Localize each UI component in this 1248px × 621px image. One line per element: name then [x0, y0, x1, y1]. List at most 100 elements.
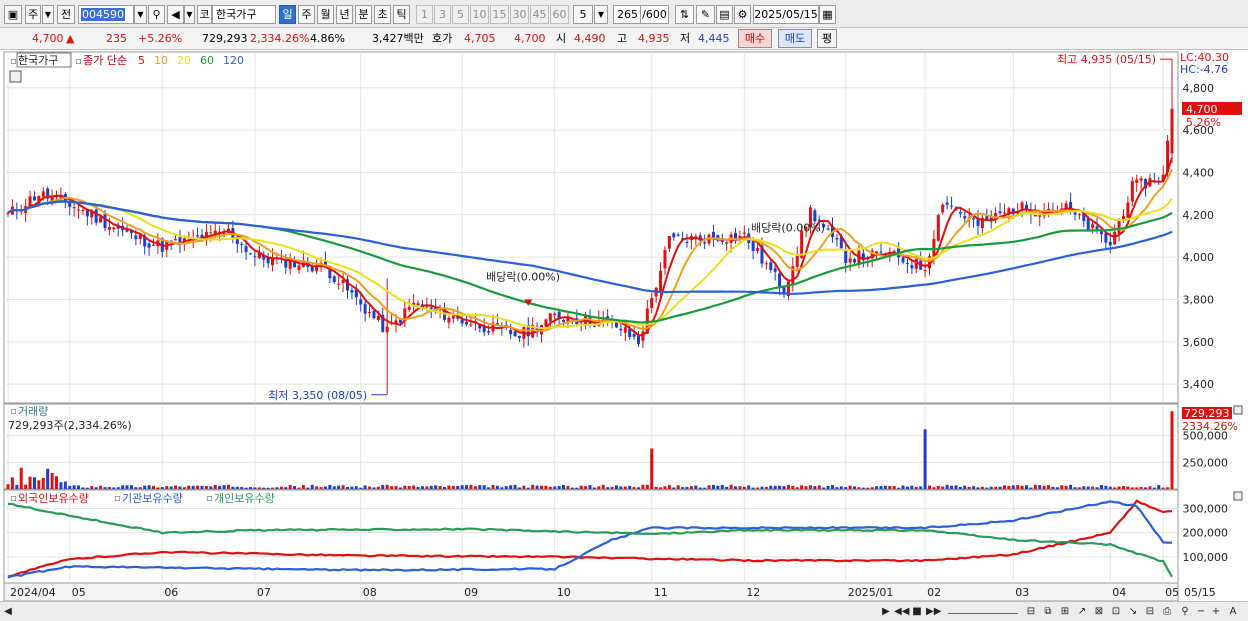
- candle-body: [914, 259, 918, 269]
- candle-body: [905, 262, 909, 264]
- volume-bar: [663, 486, 667, 489]
- dividend-annotation-2: 배당락(0.00%): [751, 222, 825, 235]
- speaker-dropdown-icon[interactable]: ▼: [184, 5, 195, 24]
- period-tab-0[interactable]: 일: [279, 5, 296, 24]
- stop-icon[interactable]: ■: [911, 604, 923, 619]
- gear-icon[interactable]: ⚙: [734, 5, 751, 24]
- volume-bar: [41, 477, 45, 489]
- fib-tool-icon[interactable]: ⊠: [1092, 604, 1106, 619]
- candle-body: [562, 320, 566, 322]
- x-axis-band: [3, 582, 1179, 602]
- indicator-icon[interactable]: ⇅: [675, 5, 694, 24]
- line-tool-icon[interactable]: ↗: [1075, 604, 1089, 619]
- scroll-right-icon[interactable]: ▶: [880, 604, 892, 619]
- copy-icon[interactable]: ⧉: [1041, 604, 1055, 619]
- minute-tab-15[interactable]: 15: [490, 5, 509, 24]
- chart-window-icon[interactable]: ▣: [4, 5, 22, 24]
- volume-bar: [456, 486, 460, 489]
- fast-forward-icon[interactable]: ▶▶: [926, 604, 941, 619]
- volume-bar: [390, 486, 394, 489]
- zoom-slider[interactable]: [948, 604, 1018, 614]
- stock-code-input[interactable]: 004590: [78, 5, 134, 24]
- zoom-out-icon[interactable]: −: [1195, 604, 1207, 619]
- minute-tab-60[interactable]: 60: [550, 5, 569, 24]
- candle-body: [376, 315, 380, 320]
- eval-button[interactable]: 평: [817, 29, 837, 48]
- price-tick-label: 4,400: [1183, 166, 1215, 179]
- trend-tool-icon[interactable]: ↘: [1126, 604, 1140, 619]
- minute-tab-10[interactable]: 10: [470, 5, 489, 24]
- volume-bar: [592, 487, 596, 489]
- minute-tab-5[interactable]: 5: [452, 5, 469, 24]
- rewind-icon[interactable]: ◀◀: [894, 604, 909, 619]
- period-tab-4[interactable]: 분: [355, 5, 372, 24]
- ask-label: 호가: [432, 32, 453, 45]
- volume-bar: [37, 480, 41, 489]
- stock-chart-svg[interactable]: 4,8004,6004,4004,2004,0003,8003,6003,400…: [0, 50, 1248, 602]
- minute-tab-30[interactable]: 30: [510, 5, 529, 24]
- candle-body: [725, 242, 729, 244]
- minute-tab-3[interactable]: 3: [434, 5, 451, 24]
- layout-icon[interactable]: ⊟: [1024, 604, 1038, 619]
- legend-box-icon: ◽: [206, 494, 213, 504]
- ask-price: 4,705: [464, 32, 496, 45]
- candle-body: [240, 243, 244, 245]
- volume-bar: [958, 486, 962, 489]
- code-dropdown-icon[interactable]: ▼: [134, 5, 147, 24]
- volume-bar: [341, 485, 345, 489]
- volume-bar: [1069, 484, 1073, 489]
- candle-body: [941, 204, 945, 213]
- volume-bar: [32, 477, 36, 489]
- high-annotation: 최고 4,935 (05/15): [1057, 53, 1156, 66]
- speaker-icon[interactable]: ◀: [167, 5, 184, 24]
- type-button[interactable]: 주: [25, 5, 41, 24]
- zoom-in-icon[interactable]: +: [1210, 604, 1222, 619]
- auto-scale-icon[interactable]: A: [1226, 604, 1240, 619]
- volume-ratio: 2,334.26%: [250, 32, 310, 45]
- scroll-left-icon[interactable]: ◀: [2, 604, 14, 619]
- low-label: 저: [680, 32, 691, 45]
- volume-bar: [562, 484, 566, 489]
- zoom-icon[interactable]: ⚲: [1178, 604, 1192, 619]
- sell-button[interactable]: 매도: [778, 29, 812, 48]
- channel-tool-icon[interactable]: ⊡: [1109, 604, 1123, 619]
- candle-body: [1086, 218, 1090, 231]
- period-tab-2[interactable]: 월: [317, 5, 334, 24]
- volume-bar: [1038, 485, 1042, 489]
- candle-body: [751, 241, 755, 251]
- period-tab-6[interactable]: 틱: [393, 5, 410, 24]
- candle-body: [77, 209, 81, 211]
- box-tool-icon[interactable]: ⊟: [1143, 604, 1157, 619]
- candle-body: [650, 297, 654, 309]
- interval-dropdown-icon[interactable]: ▼: [594, 5, 608, 24]
- print-icon[interactable]: ⎙: [1160, 604, 1174, 619]
- buy-button[interactable]: 매수: [738, 29, 772, 48]
- type-dropdown-icon[interactable]: ▼: [42, 5, 54, 24]
- price-tick-label: 3,400: [1183, 378, 1215, 391]
- draw-tool-icon[interactable]: ✎: [696, 5, 715, 24]
- calendar-icon[interactable]: ▦: [819, 5, 836, 24]
- chart-area[interactable]: 4,800 4,600 4,400 4,200 4,000 3,800 3,600 3,400…: [0, 50, 1248, 602]
- volume-bar: [685, 486, 689, 489]
- holdings-tick-label: 100,000: [1183, 551, 1229, 564]
- period-tab-5[interactable]: 초: [374, 5, 391, 24]
- volume-bar: [1095, 487, 1099, 489]
- volume-bar: [504, 486, 508, 489]
- period-tab-1[interactable]: 주: [298, 5, 315, 24]
- period-tab-3[interactable]: 년: [336, 5, 353, 24]
- prev-button[interactable]: 전: [57, 5, 75, 24]
- save-icon[interactable]: ▤: [716, 5, 733, 24]
- volume-bar: [350, 486, 354, 489]
- volume-bar: [853, 486, 857, 489]
- minute-tab-1[interactable]: 1: [416, 5, 433, 24]
- compare-icon[interactable]: ⊞: [1058, 604, 1072, 619]
- volume-bar: [451, 485, 455, 489]
- search-icon[interactable]: ⚲: [148, 5, 165, 24]
- legend-box-icon: ◽: [10, 407, 17, 417]
- date-input[interactable]: 2025/05/15: [753, 5, 819, 24]
- count-input[interactable]: 265: [613, 5, 641, 24]
- minute-tab-45[interactable]: 45: [530, 5, 549, 24]
- candle-body: [998, 211, 1002, 214]
- custom-interval-field[interactable]: 5: [573, 5, 593, 24]
- volume-bar: [372, 487, 376, 489]
